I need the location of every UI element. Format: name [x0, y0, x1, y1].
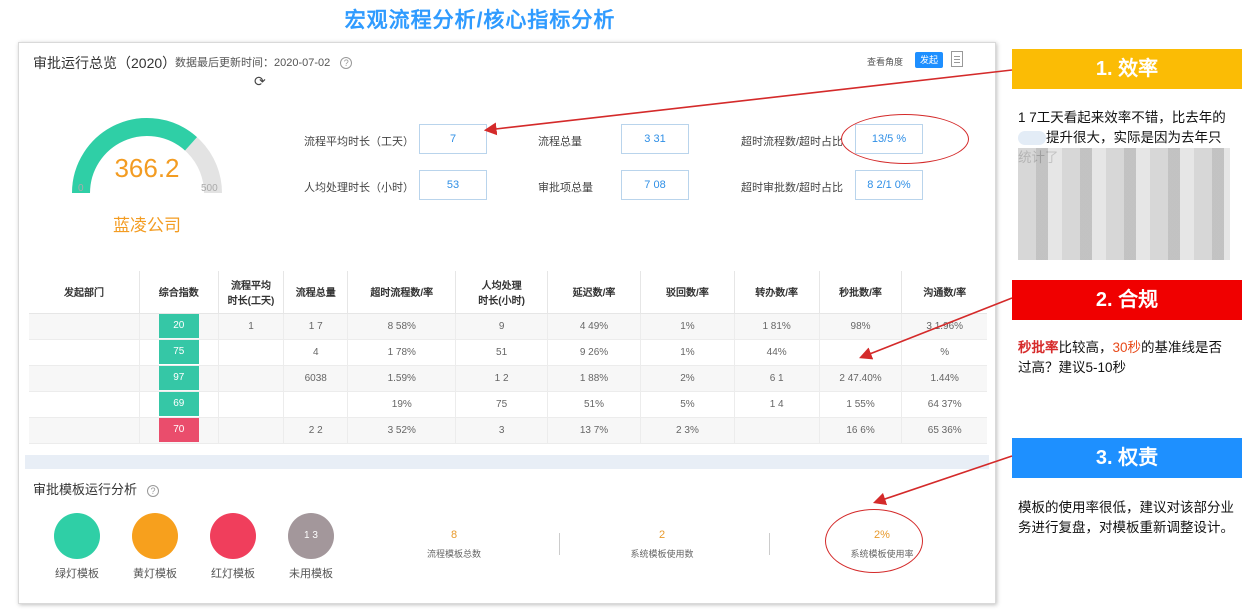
annotation-arrows	[483, 69, 1013, 505]
arrow-responsibility	[872, 455, 1013, 505]
arrow-compliance	[859, 297, 1013, 360]
arrow-efficiency	[483, 69, 1013, 136]
